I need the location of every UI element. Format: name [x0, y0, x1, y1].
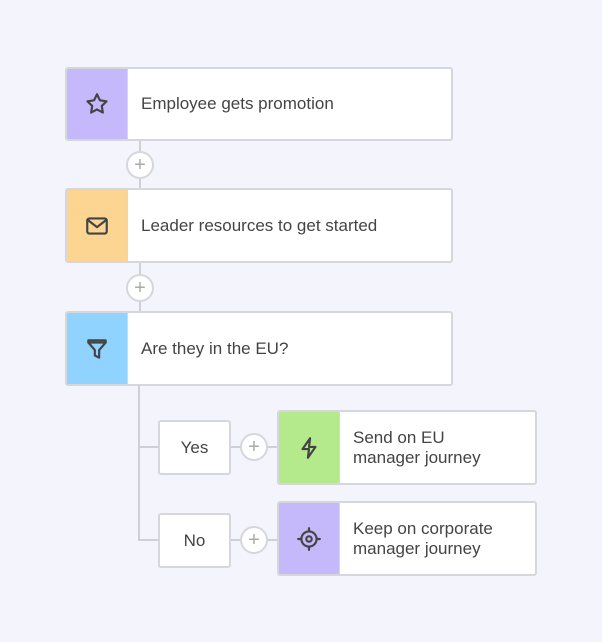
add-step-button[interactable]: + [126, 151, 154, 179]
step-label: Employee gets promotion [141, 94, 334, 113]
connector-line [138, 539, 158, 541]
branch-yes-label[interactable]: Yes [158, 420, 231, 475]
branch-label: Send on EU manager journey [353, 427, 481, 467]
add-step-button[interactable]: + [240, 526, 268, 554]
add-step-button[interactable]: + [126, 274, 154, 302]
connector-line [138, 446, 158, 448]
star-icon [67, 69, 128, 139]
mail-icon [67, 190, 128, 261]
branch-card-corporate-journey[interactable]: Keep on corporate manager journey [277, 501, 537, 576]
branch-card-eu-journey[interactable]: Send on EU manager journey [277, 410, 537, 485]
connector-line [138, 385, 140, 541]
step-card-promotion[interactable]: Employee gets promotion [65, 67, 453, 141]
step-card-leader-resources[interactable]: Leader resources to get started [65, 188, 453, 263]
branch-no-label[interactable]: No [158, 513, 231, 568]
add-step-button[interactable]: + [240, 433, 268, 461]
step-card-eu-filter[interactable]: Are they in the EU? [65, 311, 453, 386]
step-label: Are they in the EU? [141, 338, 289, 358]
target-icon [279, 503, 340, 574]
filter-icon [67, 313, 128, 384]
step-label: Leader resources to get started [141, 215, 378, 235]
lightning-icon [279, 412, 340, 483]
branch-label: Keep on corporate manager journey [353, 518, 493, 558]
